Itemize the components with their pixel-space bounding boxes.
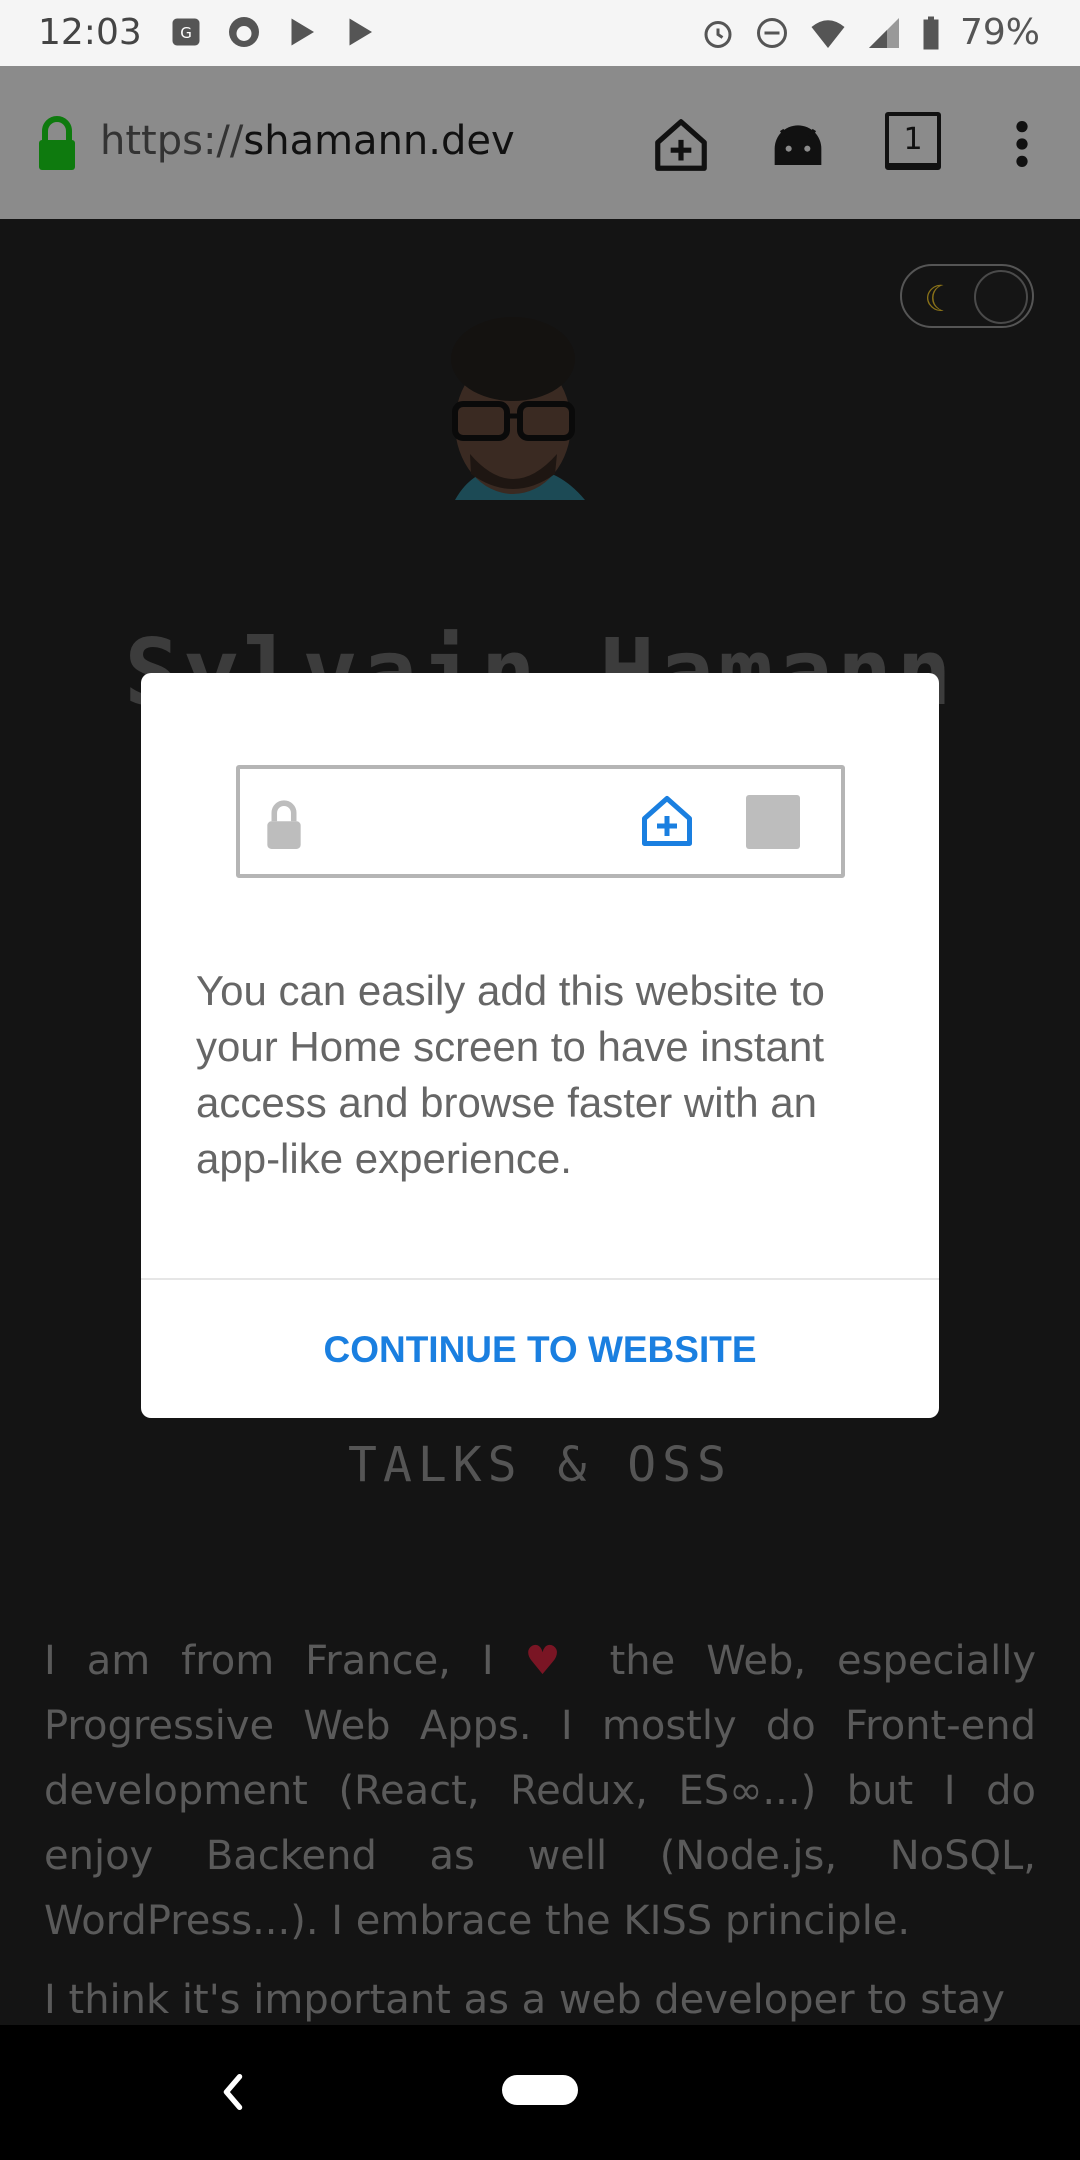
dialog-message: You can easily add this website to your … bbox=[196, 967, 825, 1182]
add-to-home-dialog: You can easily add this website to your … bbox=[141, 673, 939, 1418]
bio-text: I am from France, I ♥ the Web, especiall… bbox=[44, 1629, 1036, 2025]
back-icon[interactable] bbox=[218, 2070, 248, 2114]
address-bar[interactable]: https://shamann.dev bbox=[100, 118, 515, 164]
status-bar: 12:03 G 79% bbox=[0, 0, 1080, 66]
continue-to-website-button[interactable]: CONTINUE TO WEBSITE bbox=[141, 1281, 939, 1418]
svg-text:G: G bbox=[180, 24, 192, 42]
maps-icon: G bbox=[172, 18, 200, 46]
section-heading: TALKS & OSS bbox=[348, 1437, 732, 1493]
toggle-knob bbox=[974, 270, 1028, 324]
signal-icon bbox=[868, 17, 899, 48]
status-time: 12:03 bbox=[38, 12, 142, 53]
theme-toggle[interactable]: ☾ bbox=[900, 264, 1034, 328]
navigation-bar bbox=[0, 2025, 1080, 2160]
lock-icon bbox=[267, 800, 301, 849]
tabs-button[interactable]: 1 bbox=[885, 112, 941, 170]
do-not-disturb-icon bbox=[756, 17, 787, 48]
url-scheme: https:// bbox=[100, 118, 244, 164]
divider bbox=[141, 1278, 939, 1280]
firefox-icon bbox=[229, 17, 259, 47]
menu-icon[interactable] bbox=[1010, 118, 1034, 170]
browser-toolbar: https://shamann.dev 1 bbox=[0, 66, 1080, 219]
heart-icon: ♥ bbox=[524, 1638, 579, 1684]
alarm-icon bbox=[704, 20, 732, 48]
tab-count: 1 bbox=[903, 122, 923, 157]
home-button[interactable] bbox=[502, 2075, 578, 2105]
avatar bbox=[451, 317, 585, 500]
lock-icon bbox=[39, 116, 75, 170]
play-store-icon bbox=[291, 18, 314, 46]
android-icon[interactable] bbox=[770, 118, 826, 170]
tabs-square-icon bbox=[746, 795, 800, 849]
play-store-icon bbox=[349, 18, 372, 46]
battery-icon bbox=[923, 16, 939, 49]
address-bar-illustration bbox=[236, 765, 845, 878]
bio-part-3: I think it's important as a web develope… bbox=[44, 1977, 1005, 2023]
url-host: shamann.dev bbox=[243, 118, 515, 164]
wifi-icon bbox=[811, 19, 845, 48]
battery-percent: 79% bbox=[959, 12, 1040, 53]
moon-icon: ☾ bbox=[924, 278, 957, 319]
bio-part-1: I am from France, I bbox=[44, 1638, 525, 1684]
add-to-home-icon bbox=[642, 796, 692, 846]
add-to-home-icon[interactable] bbox=[650, 114, 712, 176]
